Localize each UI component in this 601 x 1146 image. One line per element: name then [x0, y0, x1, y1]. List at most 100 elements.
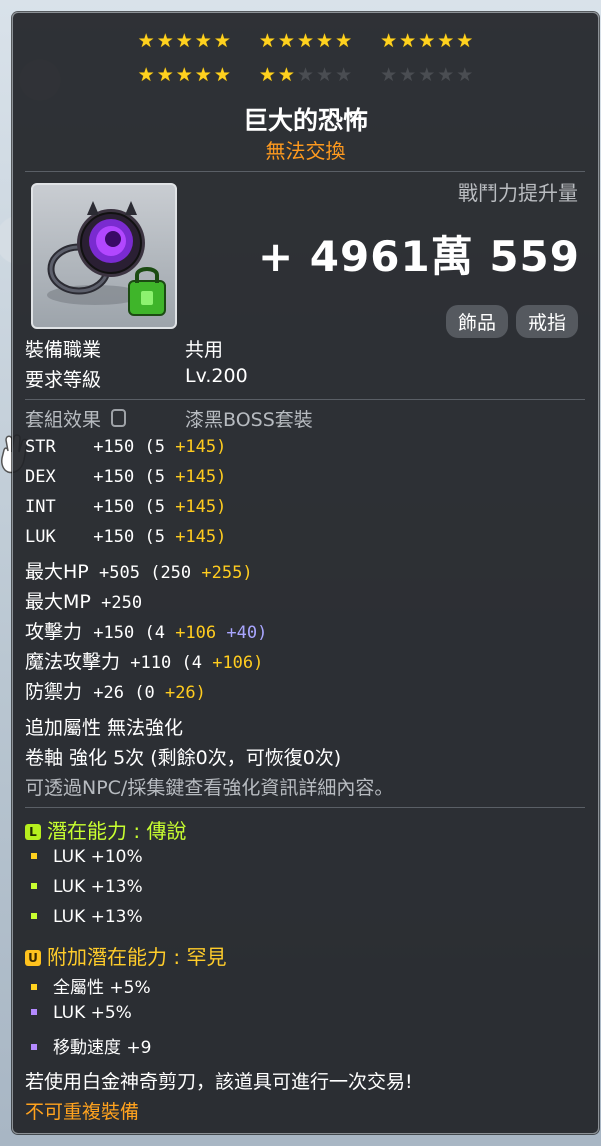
- stat-bonus: +145): [175, 467, 227, 487]
- star-empty-icon: ★: [296, 64, 315, 86]
- star-empty-icon: ★: [316, 64, 334, 86]
- additional-potential-line: 移動速度 +9: [31, 1033, 151, 1058]
- stat-row-dex: DEX +150 (5 +145): [25, 467, 226, 487]
- star-empty-icon: ★: [380, 64, 398, 86]
- stat-name: DEX: [25, 467, 56, 487]
- set-value: 漆黑BOSS套裝: [185, 409, 313, 431]
- stat-bonus: +145): [175, 497, 227, 517]
- stat-bonus: +106: [175, 623, 217, 643]
- stat-row-str: STR +150 (5 +145): [25, 437, 226, 457]
- stat-row-luk: LUK +150 (5 +145): [25, 527, 226, 547]
- potential-title: L 潛在能力 : 傳說: [25, 815, 186, 844]
- star-group: ★ ★ ★ ★ ★: [259, 64, 352, 86]
- stat-base: (4: [144, 623, 165, 643]
- star-icon: ★: [175, 64, 193, 86]
- stat-base: (250: [150, 563, 192, 583]
- stat-total: +150: [93, 467, 135, 487]
- stat-name: 攻擊力: [25, 621, 83, 643]
- stat-bonus: +255): [201, 563, 253, 583]
- additional-potential-line-text: LUK +5%: [53, 1003, 132, 1023]
- unique-equip-note: 不可重複裝備: [25, 1101, 140, 1123]
- stat-name: 防禦力: [25, 681, 83, 703]
- stat-base: (5: [144, 497, 165, 517]
- stat-base: (5: [144, 437, 165, 457]
- legendary-badge-icon: L: [25, 824, 41, 840]
- stat-row-mp: 最大MP +250: [25, 587, 142, 614]
- rare-badge-icon: U: [25, 950, 41, 966]
- additional-potential-title-text: 附加潛在能力 : 罕見: [47, 945, 227, 969]
- potential-line: LUK +13%: [31, 877, 143, 897]
- star-icon: ★: [277, 30, 295, 52]
- star-icon: ★: [156, 30, 174, 52]
- stat-bonus: +26): [164, 683, 206, 703]
- star-icon: ★: [194, 64, 212, 86]
- stat-name: INT: [25, 497, 56, 517]
- divider: [25, 807, 585, 808]
- stat-total: +150: [93, 527, 135, 547]
- potential-title-text: 潛在能力 : 傳說: [47, 819, 187, 843]
- star-group: ★ ★ ★ ★ ★: [380, 64, 473, 86]
- star-force-row-1: ★ ★ ★ ★ ★ ★ ★ ★ ★ ★ ★ ★ ★ ★ ★: [13, 30, 598, 52]
- stat-name: STR: [25, 437, 56, 457]
- ring-icon: [47, 201, 166, 316]
- star-icon: ★: [437, 30, 455, 52]
- additional-potential-line-text: 全屬性 +5%: [53, 978, 151, 998]
- level-value: Lv.200: [185, 365, 248, 387]
- stat-extra: +40): [226, 623, 268, 643]
- star-icon: ★: [258, 64, 276, 86]
- stat-name: 最大HP: [25, 561, 89, 583]
- item-tags: 飾品 戒指: [445, 305, 578, 338]
- additional-potential-line: 全屬性 +5%: [31, 973, 151, 998]
- stat-base: (0: [134, 683, 155, 703]
- job-row: 裝備職業 共用: [25, 335, 223, 362]
- item-tooltip: ★ ★ ★ ★ ★ ★ ★ ★ ★ ★ ★ ★ ★ ★ ★ ★ ★ ★ ★ ★ ★ ★ ★ ★ ★ ★ ★ ★ ★ ★ 巨大的恐…: [12, 12, 599, 1134]
- tag-type: 戒指: [515, 305, 578, 338]
- stat-row-magic-attack: 魔法攻擊力 +110 (4 +106): [25, 647, 263, 674]
- potential-line-text: LUK +13%: [53, 907, 143, 927]
- scroll-info: 卷軸 強化 5次 (剩餘0次，可恢復0次): [25, 747, 342, 769]
- combat-power-label: 戰鬥力提升量: [458, 181, 578, 205]
- set-label: 套組效果: [25, 409, 102, 431]
- item-name: 巨大的恐怖: [242, 106, 368, 135]
- star-icon: ★: [156, 64, 174, 86]
- stat-name: 魔法攻擊力: [25, 651, 121, 673]
- star-empty-icon: ★: [418, 64, 436, 86]
- potential-line: LUK +13%: [31, 907, 143, 927]
- star-icon: ★: [137, 64, 155, 86]
- stat-total: +150: [93, 623, 135, 643]
- stat-total: +26: [93, 683, 124, 703]
- bullet-icon: [31, 913, 37, 919]
- stat-row-attack: 攻擊力 +150 (4 +106 +40): [25, 617, 267, 644]
- potential-line-text: LUK +13%: [53, 877, 143, 897]
- star-icon: ★: [456, 30, 474, 52]
- star-icon: ★: [380, 30, 398, 52]
- extra-attribute: 追加屬性 無法強化: [25, 717, 184, 739]
- stat-base: (5: [144, 467, 165, 487]
- job-label: 裝備職業: [25, 339, 102, 361]
- stat-base: (5: [144, 527, 165, 547]
- trade-status: 無法交換: [265, 139, 346, 163]
- star-group: ★ ★ ★ ★ ★: [380, 30, 473, 52]
- star-group: ★ ★ ★ ★ ★: [259, 30, 352, 52]
- star-icon: ★: [137, 30, 155, 52]
- stat-bonus: +145): [175, 437, 227, 457]
- star-empty-icon: ★: [335, 64, 353, 86]
- divider: [25, 399, 585, 400]
- bullet-icon: [31, 1044, 37, 1050]
- additional-potential-title: U 附加潛在能力 : 罕見: [25, 941, 226, 970]
- combat-power-value: + 4961萬 559: [257, 232, 580, 281]
- level-label: 要求等級: [25, 369, 102, 391]
- star-icon: ★: [213, 30, 231, 52]
- lock-icon: [111, 409, 127, 427]
- star-empty-icon: ★: [399, 64, 417, 86]
- bullet-icon: [31, 853, 37, 859]
- star-empty-icon: ★: [456, 64, 474, 86]
- additional-potential-line: LUK +5%: [31, 1003, 132, 1023]
- scissors-note: 若使用白金神奇剪刀，該道具可進行一次交易!: [25, 1071, 413, 1093]
- level-row: 要求等級 Lv.200: [25, 365, 248, 392]
- bullet-icon: [31, 883, 37, 889]
- stat-bonus: +106): [212, 653, 264, 673]
- star-icon: ★: [316, 30, 334, 52]
- stat-total: +150: [93, 437, 135, 457]
- bullet-icon: [31, 984, 37, 990]
